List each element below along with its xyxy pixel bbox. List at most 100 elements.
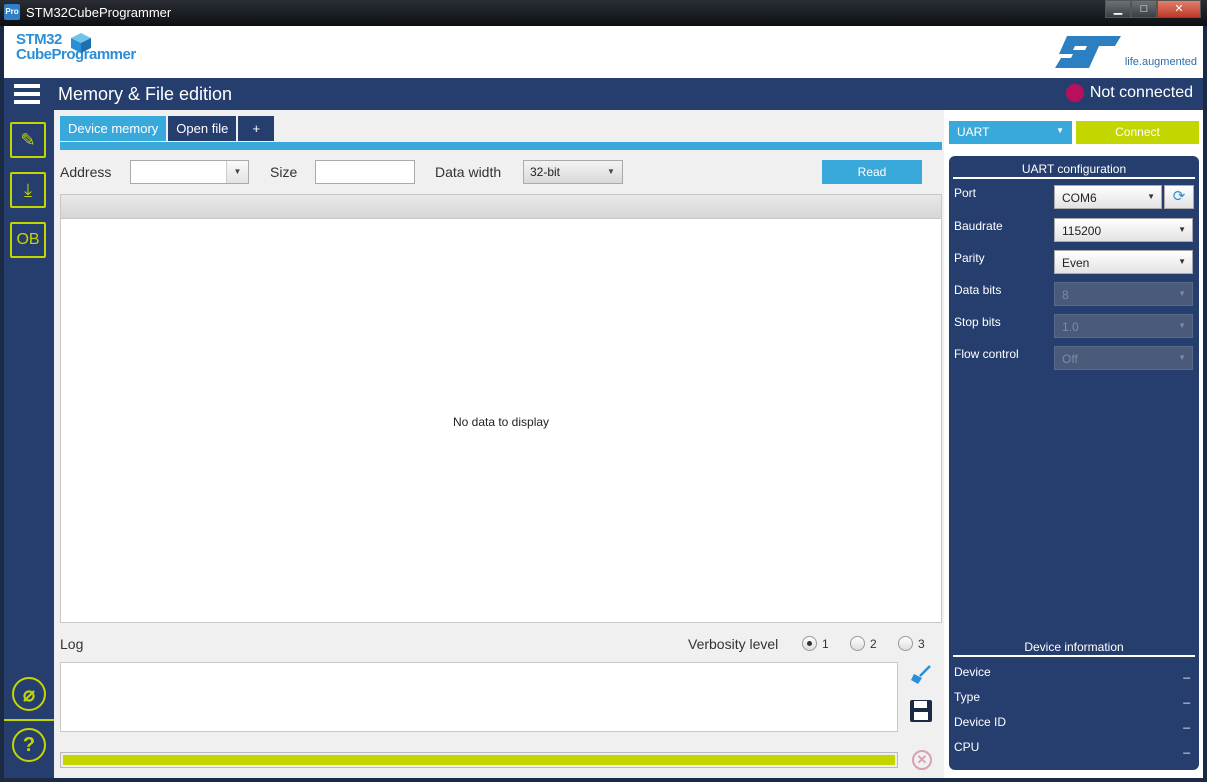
save-log-button[interactable] bbox=[908, 698, 934, 724]
st-tagline: life.augmented bbox=[1124, 56, 1197, 68]
app-icon: Pro bbox=[4, 4, 20, 20]
cancel-icon[interactable]: ✕ bbox=[912, 750, 932, 770]
st-brand-icon bbox=[1054, 36, 1121, 68]
window-controls: ▁ □ ✕ bbox=[1105, 0, 1201, 18]
device-info-title: Device information bbox=[953, 640, 1195, 657]
stop-bits-value: 1.0 bbox=[1062, 320, 1079, 334]
interface-value: UART bbox=[957, 125, 990, 139]
stop-bits-select: 1.0 ▼ bbox=[1054, 314, 1193, 338]
verbosity-radio-2[interactable]: 2 bbox=[850, 636, 877, 651]
navbar: Memory & File edition Not connected bbox=[4, 78, 1203, 110]
verbosity-radio-1[interactable]: 1 bbox=[802, 636, 829, 651]
radio-icon bbox=[898, 636, 913, 651]
minimize-button[interactable]: ▁ bbox=[1105, 0, 1131, 18]
chevron-down-icon: ▼ bbox=[607, 167, 615, 176]
radio-selected-icon bbox=[802, 636, 817, 651]
progress-bar bbox=[60, 752, 898, 768]
device-value: _ bbox=[1183, 665, 1190, 679]
option-bytes-icon: OB bbox=[16, 231, 40, 248]
baudrate-select[interactable]: 115200 ▼ bbox=[1054, 218, 1193, 242]
sidebar-item-option-bytes[interactable]: OB bbox=[10, 222, 46, 258]
data-width-value: 32-bit bbox=[530, 165, 561, 179]
type-value: _ bbox=[1183, 690, 1190, 704]
empty-state-text: No data to display bbox=[452, 415, 550, 429]
main-content: Device memory Open file + Address ▼ Size… bbox=[54, 110, 944, 778]
sidebar-item-memory-edit[interactable]: ✎ bbox=[10, 122, 46, 158]
radio-label: 1 bbox=[822, 636, 829, 651]
maximize-button[interactable]: □ bbox=[1131, 0, 1157, 18]
logo-bar: STM32 CubeProgrammer life.augmented bbox=[4, 26, 1203, 78]
status-dot-icon bbox=[1065, 84, 1084, 102]
stop-bits-label: Stop bits bbox=[954, 315, 1001, 329]
cpu-row: CPU _ bbox=[954, 740, 1190, 754]
verbosity-label: Verbosity level bbox=[688, 636, 779, 652]
sidebar-item-erase[interactable]: ⌀ bbox=[12, 677, 46, 711]
tab-device-memory[interactable]: Device memory bbox=[60, 116, 167, 141]
device-id-row: Device ID _ bbox=[954, 715, 1190, 729]
data-width-select[interactable]: 32-bit ▼ bbox=[523, 160, 623, 184]
connection-panel: UART ▼ Connect UART configuration Port C… bbox=[944, 110, 1203, 778]
device-label: Device bbox=[954, 665, 991, 679]
baudrate-label: Baudrate bbox=[954, 219, 1003, 233]
connection-status-text: Not connected bbox=[1089, 84, 1193, 101]
chevron-down-icon: ▼ bbox=[1147, 192, 1155, 201]
window-titlebar: Pro STM32CubeProgrammer ▁ □ ✕ bbox=[0, 0, 1207, 26]
data-width-label: Data width bbox=[435, 164, 502, 180]
read-button[interactable]: Read bbox=[822, 160, 922, 184]
parity-value: Even bbox=[1062, 256, 1090, 270]
data-bits-label: Data bits bbox=[954, 283, 1002, 297]
cpu-label: CPU bbox=[954, 740, 980, 754]
flow-control-label: Flow control bbox=[954, 347, 1019, 361]
size-label: Size bbox=[270, 164, 298, 180]
log-title: Log bbox=[60, 636, 84, 652]
tab-add[interactable]: + bbox=[238, 116, 275, 141]
chevron-down-icon: ▼ bbox=[226, 161, 248, 183]
data-bits-select: 8 ▼ bbox=[1054, 282, 1193, 306]
close-window-button[interactable]: ✕ bbox=[1157, 0, 1201, 18]
parity-select[interactable]: Even ▼ bbox=[1054, 250, 1193, 274]
st-logo: life.augmented bbox=[1053, 32, 1197, 72]
tab-underline bbox=[60, 142, 942, 150]
log-output[interactable] bbox=[60, 662, 898, 732]
chevron-down-icon: ▼ bbox=[1056, 126, 1064, 135]
device-id-label: Device ID bbox=[954, 715, 1007, 729]
save-icon bbox=[910, 700, 932, 722]
address-combo[interactable]: ▼ bbox=[130, 160, 249, 184]
connect-button[interactable]: Connect bbox=[1076, 121, 1199, 144]
flow-control-select: Off ▼ bbox=[1054, 346, 1193, 370]
uart-config-panel: UART configuration Port COM6 ▼ ⟳ Baudrat… bbox=[949, 156, 1199, 770]
chevron-down-icon: ▼ bbox=[1178, 257, 1186, 266]
verbosity-radio-3[interactable]: 3 bbox=[898, 636, 925, 651]
tab-bar: Device memory Open file + bbox=[60, 116, 276, 141]
port-select[interactable]: COM6 ▼ bbox=[1054, 185, 1162, 209]
tab-open-file[interactable]: Open file bbox=[168, 116, 237, 141]
sidebar: ✎ ⤓ OB ⌀ ? bbox=[4, 110, 54, 778]
cube-icon bbox=[71, 33, 91, 53]
refresh-ports-button[interactable]: ⟳ bbox=[1164, 185, 1194, 209]
interface-select[interactable]: UART ▼ bbox=[949, 121, 1072, 144]
clear-log-button[interactable] bbox=[908, 662, 934, 688]
app-frame: STM32 CubeProgrammer life.augmented Memo… bbox=[4, 26, 1203, 778]
cpu-value: _ bbox=[1183, 740, 1190, 754]
sidebar-item-download[interactable]: ⤓ bbox=[10, 172, 46, 208]
sidebar-item-help[interactable]: ? bbox=[12, 728, 46, 762]
edit-memory-icon: ✎ bbox=[20, 129, 36, 150]
menu-icon[interactable] bbox=[14, 84, 40, 104]
help-icon: ? bbox=[22, 733, 36, 756]
broom-icon bbox=[911, 665, 931, 684]
chevron-down-icon: ▼ bbox=[1178, 225, 1186, 234]
port-label: Port bbox=[954, 186, 977, 200]
window-title: STM32CubeProgrammer bbox=[26, 5, 172, 20]
radio-icon bbox=[850, 636, 865, 651]
chevron-down-icon: ▼ bbox=[1178, 321, 1186, 330]
type-label: Type bbox=[954, 690, 981, 704]
sidebar-divider bbox=[4, 719, 54, 721]
data-table-header bbox=[61, 195, 941, 219]
radio-label: 3 bbox=[918, 636, 925, 651]
size-input[interactable] bbox=[315, 160, 415, 184]
download-icon: ⤓ bbox=[24, 179, 32, 200]
baudrate-value: 115200 bbox=[1062, 224, 1102, 238]
refresh-icon: ⟳ bbox=[1172, 188, 1186, 205]
device-id-value: _ bbox=[1183, 715, 1190, 729]
erase-icon: ⌀ bbox=[22, 683, 36, 706]
